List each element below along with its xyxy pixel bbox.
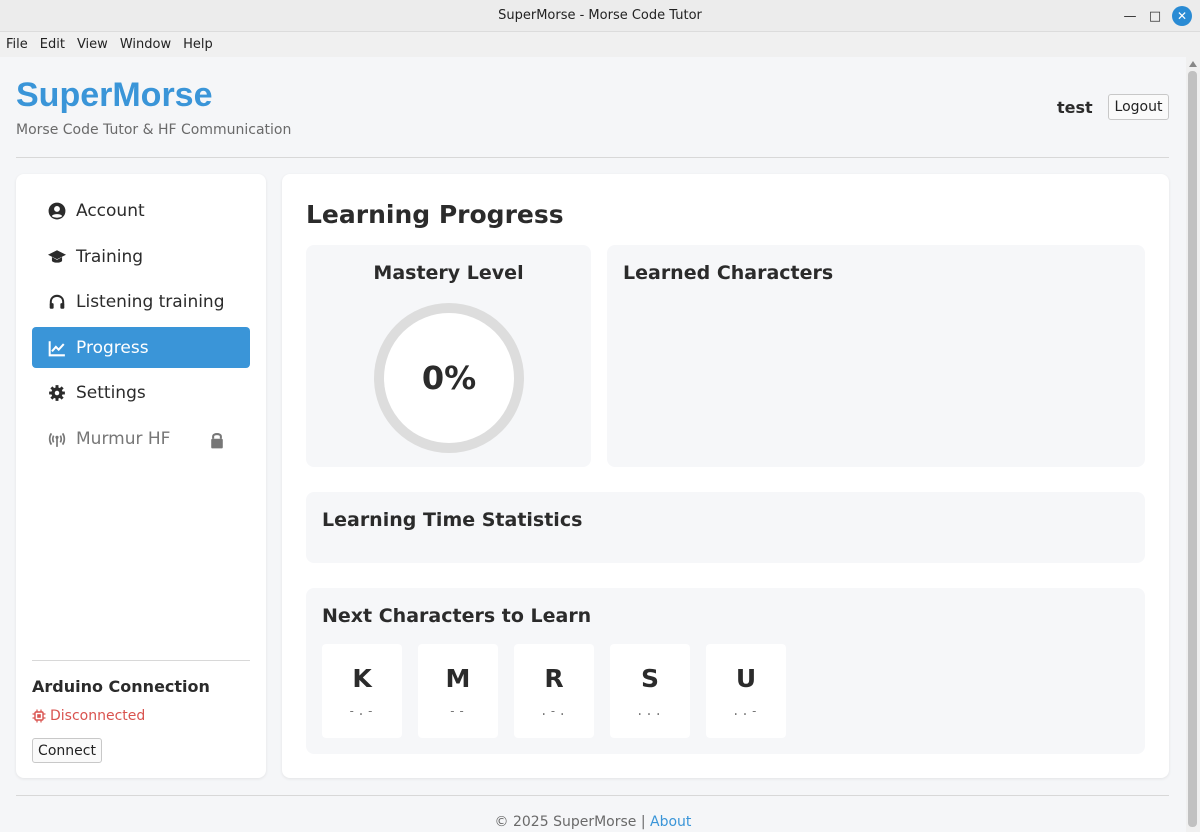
sidebar-item-label: Listening training bbox=[76, 291, 225, 312]
sidebar-item-label: Settings bbox=[76, 382, 146, 403]
mastery-ring: 0% bbox=[374, 303, 524, 453]
maximize-icon[interactable]: □ bbox=[1145, 6, 1165, 26]
time-statistics-title: Learning Time Statistics bbox=[322, 509, 583, 531]
headphones-icon bbox=[49, 294, 65, 309]
chip-icon bbox=[32, 709, 46, 723]
scroll-up-icon[interactable] bbox=[1189, 61, 1197, 67]
character-tile[interactable]: M -- bbox=[418, 644, 498, 738]
mastery-title: Mastery Level bbox=[373, 262, 524, 284]
app-tagline: Morse Code Tutor & HF Communication bbox=[16, 122, 292, 138]
main-panel: Learning Progress Mastery Level 0% Learn… bbox=[282, 174, 1169, 778]
mastery-card: Mastery Level 0% bbox=[306, 245, 591, 467]
sidebar-item-settings[interactable]: Settings bbox=[32, 372, 250, 413]
logout-button[interactable]: Logout bbox=[1108, 94, 1169, 120]
learned-characters-title: Learned Characters bbox=[623, 262, 834, 284]
footer-separator: | bbox=[640, 814, 646, 830]
header-divider bbox=[16, 157, 1169, 158]
line-chart-icon bbox=[48, 340, 65, 356]
character-tile[interactable]: S ... bbox=[610, 644, 690, 738]
antenna-icon bbox=[48, 432, 66, 447]
scrollbar-thumb[interactable] bbox=[1188, 71, 1197, 827]
graduation-cap-icon bbox=[48, 249, 66, 263]
footer-copyright: © 2025 SuperMorse bbox=[494, 814, 637, 830]
character-morse-code: -.- bbox=[348, 704, 376, 718]
footer: © 2025 SuperMorse | About bbox=[0, 814, 1186, 830]
arduino-status: Disconnected bbox=[32, 708, 145, 724]
sidebar-item-murmur-hf[interactable]: Murmur HF bbox=[32, 418, 250, 459]
character-letter: R bbox=[544, 664, 564, 693]
character-tile[interactable]: K -.- bbox=[322, 644, 402, 738]
about-link[interactable]: About bbox=[650, 814, 691, 830]
sidebar-divider bbox=[32, 660, 250, 661]
character-letter: M bbox=[445, 664, 471, 693]
arduino-connection-title: Arduino Connection bbox=[32, 677, 210, 696]
app-brand: SuperMorse bbox=[16, 76, 213, 114]
sidebar-item-progress[interactable]: Progress bbox=[32, 327, 250, 368]
time-statistics-card: Learning Time Statistics bbox=[306, 492, 1145, 563]
user-circle-icon bbox=[48, 202, 66, 219]
sidebar-item-label: Murmur HF bbox=[76, 428, 171, 449]
lock-icon bbox=[211, 433, 223, 449]
character-morse-code: ..- bbox=[732, 704, 760, 718]
sidebar-item-label: Progress bbox=[76, 337, 149, 358]
next-characters-card: Next Characters to Learn K -.- M -- R .-… bbox=[306, 588, 1145, 754]
menu-bar: File Edit View Window Help bbox=[0, 32, 1200, 57]
username: test bbox=[1057, 98, 1093, 117]
menu-window[interactable]: Window bbox=[120, 37, 171, 52]
close-icon[interactable]: ✕ bbox=[1172, 6, 1192, 26]
learned-characters-card: Learned Characters bbox=[607, 245, 1145, 467]
scrollbar[interactable] bbox=[1186, 57, 1200, 832]
character-tile[interactable]: R .-. bbox=[514, 644, 594, 738]
menu-help[interactable]: Help bbox=[183, 37, 213, 52]
character-morse-code: -- bbox=[448, 704, 468, 718]
connect-button[interactable]: Connect bbox=[32, 738, 102, 763]
mastery-value: 0% bbox=[421, 359, 477, 397]
gear-icon bbox=[49, 384, 65, 401]
menu-view[interactable]: View bbox=[77, 37, 108, 52]
sidebar-item-label: Account bbox=[76, 200, 145, 221]
character-tile[interactable]: U ..- bbox=[706, 644, 786, 738]
character-letter: S bbox=[640, 664, 659, 693]
menu-edit[interactable]: Edit bbox=[40, 37, 65, 52]
sidebar-item-training[interactable]: Training bbox=[32, 236, 250, 277]
sidebar-item-label: Training bbox=[76, 246, 144, 267]
sidebar: Account Training Listening training Prog… bbox=[16, 174, 266, 778]
menu-file[interactable]: File bbox=[6, 37, 28, 52]
arduino-status-text: Disconnected bbox=[50, 708, 146, 724]
next-characters-title: Next Characters to Learn bbox=[322, 605, 592, 627]
page-title: Learning Progress bbox=[306, 200, 564, 229]
character-letter: U bbox=[735, 664, 757, 693]
window-title: SuperMorse - Morse Code Tutor bbox=[498, 8, 702, 23]
character-letter: K bbox=[352, 664, 372, 693]
sidebar-item-account[interactable]: Account bbox=[32, 190, 250, 231]
window-titlebar: SuperMorse - Morse Code Tutor — □ ✕ bbox=[0, 0, 1200, 32]
footer-divider bbox=[16, 795, 1169, 796]
character-morse-code: ... bbox=[636, 704, 664, 718]
minimize-icon[interactable]: — bbox=[1120, 6, 1140, 26]
sidebar-item-listening-training[interactable]: Listening training bbox=[32, 281, 250, 322]
character-morse-code: .-. bbox=[540, 704, 568, 718]
